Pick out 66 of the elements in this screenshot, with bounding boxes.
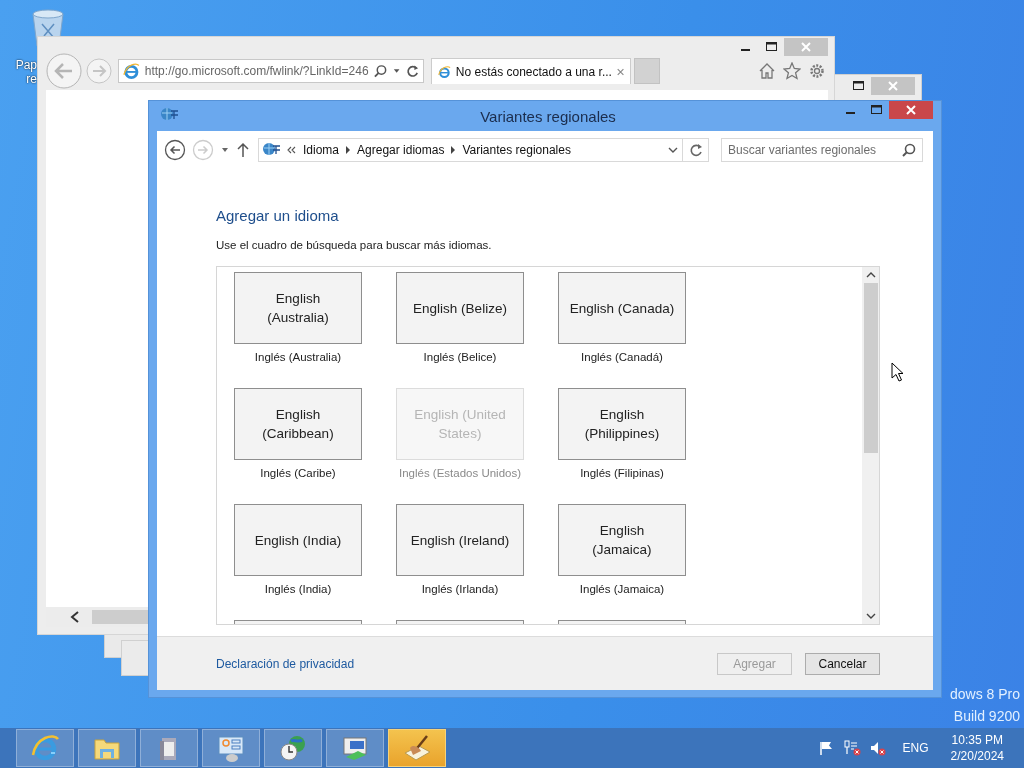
language-tile[interactable]: English (Canada) [558, 272, 686, 344]
language-tile[interactable]: English (Belize) [396, 272, 524, 344]
chevron-right-icon [450, 146, 457, 154]
clock-globe-icon [278, 733, 308, 763]
close-icon[interactable] [616, 66, 624, 77]
double-chevron-icon[interactable] [287, 145, 297, 155]
input-language-indicator[interactable]: ENG [902, 741, 929, 755]
scrollbar-thumb[interactable] [863, 283, 878, 453]
language-caption: Inglés (Jamaica) [579, 583, 665, 595]
breadcrumb-item[interactable]: Variantes regionales [462, 143, 571, 157]
language-tile[interactable]: English (Australia) [234, 272, 362, 344]
speaker-muted-icon[interactable] [868, 740, 887, 756]
icon-label: Pap [15, 58, 37, 72]
language-caption: Inglés (Irlanda) [421, 583, 499, 595]
language-caption: Inglés (India) [264, 583, 332, 595]
chevron-up-icon[interactable] [865, 271, 876, 279]
language-caption: Inglés (Belice) [423, 351, 497, 363]
language-caption: Inglés (Caribe) [260, 467, 336, 479]
refresh-icon [688, 143, 703, 157]
flag-icon[interactable] [818, 740, 835, 756]
language-caption: Inglés (Australia) [254, 351, 342, 363]
page-heading: Agregar un idioma [216, 207, 340, 224]
e-logo-icon [30, 733, 60, 763]
language-tile[interactable]: English (India) [234, 504, 362, 576]
window-title: Variantes regionales [479, 107, 617, 125]
description-text: Use el cuadro de búsqueda para buscar más idiomas. [216, 239, 493, 251]
address-bar[interactable]: Idioma Agregar idiomas Variantes regionales [258, 138, 683, 162]
chevron-down-icon[interactable] [668, 145, 678, 155]
cancel-button[interactable]: Cancelar [805, 652, 880, 675]
language-tile[interactable]: English (Caribbean) [234, 388, 362, 460]
chevron-right-icon [345, 146, 352, 154]
browser-tab[interactable]: No estás conectado a una r... [431, 58, 631, 84]
breadcrumb-item[interactable]: Agregar idiomas [357, 143, 445, 157]
chevron-left-icon[interactable] [70, 611, 80, 623]
home-icon[interactable] [758, 62, 776, 80]
language-tile[interactable]: English (Philippines) [558, 388, 686, 460]
clock[interactable]: 10:35 PM 2/20/2024 [950, 732, 1004, 764]
refresh-icon[interactable] [405, 64, 419, 78]
tab-title: No estás conectado a una r... [455, 64, 612, 79]
address-bar[interactable]: http://go.microsoft.com/fwlink/?LinkId=246 [118, 59, 424, 83]
edition-text: Build 9200 [952, 707, 1020, 726]
star-icon[interactable] [783, 62, 801, 80]
edition-text: dows 8 Pro [948, 685, 1020, 704]
e-logo-icon [123, 62, 140, 80]
vertical-scrollbar[interactable] [862, 267, 879, 624]
search-icon[interactable] [902, 143, 916, 157]
search-field[interactable]: Buscar variantes regionales [721, 138, 923, 162]
refresh-button[interactable] [683, 138, 709, 162]
breadcrumb-item[interactable]: Idioma [303, 143, 340, 157]
language-caption: Inglés (Canadá) [581, 351, 663, 363]
url-text[interactable]: http://go.microsoft.com/fwlink/?LinkId=246 [144, 64, 369, 78]
icon-label: re [26, 72, 37, 86]
close-button[interactable] [889, 101, 933, 119]
settings-icon[interactable] [808, 62, 826, 80]
chevron-down-icon[interactable] [865, 612, 876, 620]
privacy-link[interactable]: Declaración de privacidad [216, 656, 355, 671]
language-tile[interactable]: English (Jamaica) [558, 504, 686, 576]
network-error-icon[interactable] [842, 740, 861, 756]
mouse-pointer-icon [891, 362, 904, 382]
taskbar-button[interactable] [388, 729, 446, 767]
back-button[interactable] [164, 139, 186, 161]
language-tile[interactable]: English (Ireland) [396, 504, 524, 576]
language-caption: Inglés (Estados Unidos) [398, 467, 522, 479]
language-caption: Inglés (Filipinas) [580, 467, 664, 479]
pen-on-paper-icon [402, 733, 432, 763]
search-icon[interactable] [373, 64, 387, 78]
